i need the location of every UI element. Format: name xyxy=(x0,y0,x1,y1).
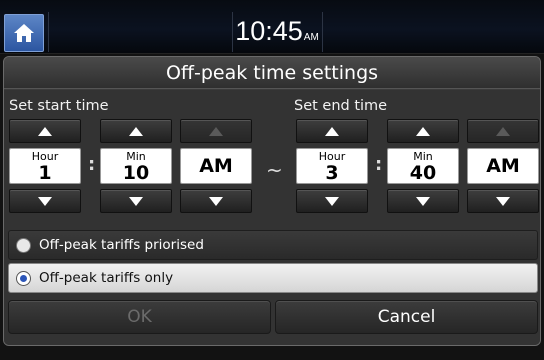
end-min-up-button[interactable] xyxy=(387,119,459,143)
end-time-label: Set end time xyxy=(294,98,388,114)
start-hour-field[interactable]: Hour 1 xyxy=(9,148,81,184)
arrow-up-icon xyxy=(416,126,430,136)
end-min-down-button[interactable] xyxy=(387,189,459,213)
off-peak-dialog: Off-peak time settings Set start time Ho… xyxy=(3,56,541,346)
start-hour-value: 1 xyxy=(38,162,52,184)
arrow-down-icon xyxy=(38,196,52,206)
home-icon xyxy=(14,24,34,42)
status-bar: 10:45AM xyxy=(0,0,544,54)
start-ampm-field[interactable]: AM xyxy=(180,148,252,184)
arrow-down-icon xyxy=(129,196,143,206)
option-label: Off-peak tariffs priorised xyxy=(39,237,204,253)
start-ampm-up-button xyxy=(180,119,252,143)
start-min-field[interactable]: Min 10 xyxy=(100,148,172,184)
screen: 10:45AM Off-peak time settings Set start… xyxy=(0,0,544,360)
start-min-up-button[interactable] xyxy=(100,119,172,143)
arrow-down-icon xyxy=(209,196,223,206)
arrow-up-icon xyxy=(38,126,52,136)
home-button[interactable] xyxy=(4,14,44,52)
end-hour-value: 3 xyxy=(325,162,339,184)
range-separator: ~ xyxy=(266,158,283,182)
clock: 10:45AM xyxy=(232,16,322,47)
start-time-label: Set start time xyxy=(9,98,109,114)
arrow-up-icon xyxy=(496,126,510,136)
clock-time: 10:45 xyxy=(235,16,303,46)
dialog-body: Set start time Hour 1 : Min 10 AM ~ Set … xyxy=(4,90,540,345)
start-colon: : xyxy=(88,154,96,175)
arrow-down-icon xyxy=(416,196,430,206)
end-ampm-field[interactable]: AM xyxy=(467,148,539,184)
arrow-down-icon xyxy=(496,196,510,206)
option-tariffs-priorised[interactable]: Off-peak tariffs priorised xyxy=(8,230,538,260)
start-min-value: 10 xyxy=(122,162,150,184)
radio-button[interactable] xyxy=(16,271,31,286)
status-divider xyxy=(48,12,49,52)
option-tariffs-only[interactable]: Off-peak tariffs only xyxy=(8,263,538,293)
end-ampm-down-button[interactable] xyxy=(467,189,539,213)
arrow-up-icon xyxy=(209,126,223,136)
ok-button[interactable]: OK xyxy=(8,300,271,334)
clock-ampm: AM xyxy=(303,32,319,43)
option-label: Off-peak tariffs only xyxy=(39,270,174,286)
end-min-value: 40 xyxy=(409,162,437,184)
arrow-up-icon xyxy=(129,126,143,136)
arrow-up-icon xyxy=(325,126,339,136)
end-colon: : xyxy=(375,154,383,175)
end-ampm-up-button xyxy=(467,119,539,143)
end-ampm-value: AM xyxy=(486,155,520,177)
dialog-title: Off-peak time settings xyxy=(4,57,540,89)
start-hour-down-button[interactable] xyxy=(9,189,81,213)
radio-button[interactable] xyxy=(16,238,31,253)
start-ampm-value: AM xyxy=(199,155,233,177)
status-divider xyxy=(322,12,323,52)
end-hour-up-button[interactable] xyxy=(296,119,368,143)
start-ampm-down-button[interactable] xyxy=(180,189,252,213)
cancel-button[interactable]: Cancel xyxy=(275,300,538,334)
arrow-down-icon xyxy=(325,196,339,206)
end-hour-down-button[interactable] xyxy=(296,189,368,213)
start-min-down-button[interactable] xyxy=(100,189,172,213)
start-hour-up-button[interactable] xyxy=(9,119,81,143)
end-hour-field[interactable]: Hour 3 xyxy=(296,148,368,184)
end-min-field[interactable]: Min 40 xyxy=(387,148,459,184)
